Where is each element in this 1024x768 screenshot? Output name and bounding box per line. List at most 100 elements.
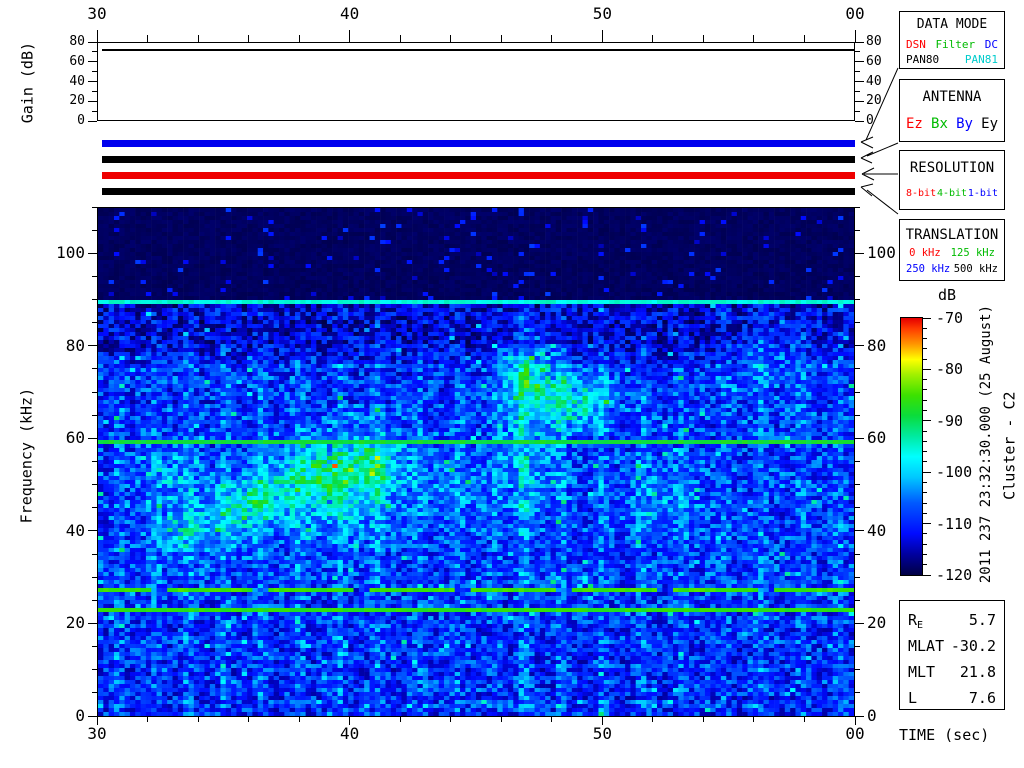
freq-tick-label-left: 0 [75,706,85,725]
time-tick-top [551,35,553,42]
gain-tick-right [855,41,864,43]
freq-tick-left [88,715,97,717]
time-tick-bottom [753,717,755,722]
colorbar-tick [922,553,927,555]
colorbar-tick [922,543,927,545]
colorbar-tick [922,471,931,473]
time-tick-label-bottom: 00 [845,724,865,743]
freq-tick-left [92,299,97,301]
time-tick-bottom [652,717,654,722]
time-tick-bottom [500,717,502,722]
freq-tick-label-left: 20 [65,613,85,633]
gain-tick-right [855,120,864,122]
colorbar-tick [922,533,927,535]
time-tick-top [652,35,654,42]
freq-tick-label-right: 20 [867,613,887,633]
freq-tick-right [855,507,860,509]
gain-tick-label-left: 60 [69,53,85,69]
time-tick-bottom [702,717,704,722]
colorbar-tick [922,502,927,504]
gain-tick-left [92,71,97,73]
gain-tick-right [855,110,860,112]
freq-tick-label-left: 40 [65,520,85,540]
colorbar-tick-label: -120 [936,566,973,584]
colorbar-tick [922,461,927,463]
freq-tick-left [88,437,97,439]
gain-tick-left [88,81,97,82]
freq-tick-label-right: 0 [867,706,877,725]
time-tick-top [601,30,603,42]
gain-tick-left [92,110,97,112]
colorbar-tick [922,574,931,576]
colorbar-tick [922,389,927,391]
colorbar-tick-label: -80 [936,360,964,379]
freq-tick-label-right: 40 [867,520,887,540]
freq-tick-left [92,692,97,694]
freq-tick-label-right: 80 [867,335,887,355]
gain-tick-label-left: 0 [77,113,85,128]
freq-tick-left [92,414,97,416]
time-tick-bottom [298,717,300,722]
gain-tick-right [855,71,860,73]
time-tick-top [147,35,149,42]
freq-tick-right [855,414,860,416]
freq-tick-right [855,345,864,347]
colorbar-tick-label: -70 [936,309,964,327]
time-tick-bottom [147,717,149,722]
time-tick-bottom [399,717,401,722]
gain-tick-left [92,51,97,53]
time-tick-top [399,35,401,42]
freq-tick-right [855,669,860,671]
freq-tick-right [855,368,860,370]
freq-tick-label-left: 80 [65,335,85,355]
freq-tick-right [855,692,860,694]
gain-tick-right [855,90,860,92]
gain-tick-label-left: 80 [69,34,85,49]
time-tick-label-top: 00 [845,4,865,23]
colorbar-tick [922,451,927,453]
colorbar-tick [922,338,927,340]
freq-tick-left [92,576,97,578]
freq-tick-right [855,715,864,717]
time-tick-label-bottom: 30 [87,724,107,743]
freq-tick-left [88,345,97,347]
freq-tick-right [855,530,864,532]
gain-tick-right [855,51,860,53]
time-tick-top [854,30,856,42]
time-tick-top [96,30,98,42]
colorbar-tick [922,399,927,401]
time-tick-top [298,35,300,42]
colorbar-tick [922,492,927,494]
colorbar-tick-label: -110 [936,514,973,533]
freq-tick-right [855,576,860,578]
time-tick-label-bottom: 50 [592,724,612,743]
colorbar-tick [922,327,927,329]
freq-tick-right [855,229,860,231]
colorbar-tick-label: -90 [936,411,964,430]
colorbar-tick [922,564,927,566]
gain-tick-left [88,100,97,102]
freq-tick-left [92,368,97,370]
time-tick-top [349,30,351,42]
freq-tick-left [92,461,97,462]
mode-bar-red [102,172,855,179]
time-tick-top [248,35,250,42]
freq-tick-label-right: 100 [867,243,896,263]
freq-tick-left [92,391,97,393]
freq-tick-label-left: 60 [65,428,85,448]
wbd-spectrogram-display: { "gain_panel": { "ylabel": "Gain (dB)",… [0,0,1024,768]
gain-tick-right [855,61,864,63]
freq-tick-left [88,252,97,254]
gain-tick-label-right: 80 [866,34,882,49]
gain-tick-right [855,100,864,102]
colorbar-tick [922,481,927,483]
freq-tick-right [855,391,860,393]
freq-tick-left [88,622,97,624]
gain-tick-label-right: 40 [866,73,882,89]
colorbar-tick [922,358,927,360]
colorbar-tick [922,348,927,350]
time-tick-top [803,35,805,42]
freq-tick-right [855,461,860,462]
freq-tick-right [855,252,864,254]
freq-tick-left [92,599,97,601]
